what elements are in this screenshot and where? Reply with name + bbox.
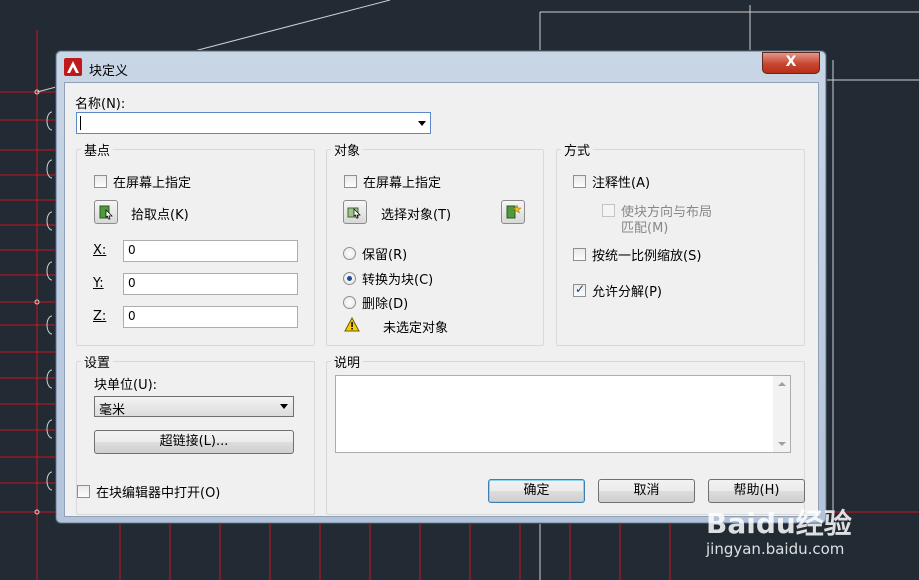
watermark-logo: Baidu经验	[706, 507, 852, 540]
z-label: Z:	[93, 309, 107, 324]
help-button[interactable]: 帮助(H)	[708, 479, 805, 503]
dialog-titlebar[interactable]: 块定义 X	[56, 51, 826, 83]
select-objects-button[interactable]	[343, 200, 367, 224]
open-in-block-editor-checkbox[interactable]	[77, 485, 90, 498]
base-specify-on-screen-checkbox[interactable]	[94, 175, 107, 188]
x-label: X:	[93, 243, 107, 258]
ok-button[interactable]: 确定	[488, 479, 585, 503]
settings-title: 设置	[81, 352, 114, 371]
text-caret	[80, 116, 81, 130]
x-coordinate-input[interactable]: 0	[123, 240, 298, 262]
convert-to-block-label: 转换为块(C)	[362, 273, 434, 288]
annotative-label: 注释性(A)	[592, 176, 651, 191]
hyperlink-button[interactable]: 超链接(L)...	[94, 430, 294, 454]
no-objects-selected-text: 未选定对象	[383, 321, 449, 336]
behavior-title: 方式	[561, 140, 594, 159]
watermark-url: jingyan.baidu.com	[706, 540, 845, 558]
warning-icon	[344, 316, 360, 336]
scale-uniformly-checkbox[interactable]	[573, 248, 586, 261]
pick-point-label: 拾取点(K)	[131, 208, 189, 223]
chevron-down-icon	[280, 404, 288, 409]
base-specify-on-screen-label: 在屏幕上指定	[113, 176, 192, 191]
block-unit-label: 块单位(U):	[94, 378, 158, 393]
name-combo-input[interactable]	[76, 112, 431, 134]
y-coordinate-input[interactable]: 0	[123, 273, 298, 295]
delete-label: 删除(D)	[362, 297, 409, 312]
select-objects-icon	[347, 207, 361, 219]
baidu-jingyan-watermark: Baidu经验 jingyan.baidu.com	[706, 502, 906, 572]
select-objects-label: 选择对象(T)	[381, 208, 452, 223]
objects-specify-on-screen-checkbox[interactable]	[344, 175, 357, 188]
name-label: 名称(N):	[75, 97, 126, 112]
base-point-title: 基点	[81, 140, 114, 159]
autocad-logo-icon	[64, 58, 82, 76]
pick-point-icon	[99, 205, 113, 220]
pick-point-button[interactable]	[94, 200, 118, 224]
description-textarea[interactable]	[335, 375, 791, 453]
objects-specify-on-screen-label: 在屏幕上指定	[363, 176, 442, 191]
open-in-block-editor-label: 在块编辑器中打开(O)	[96, 486, 221, 501]
quick-select-icon	[506, 204, 521, 219]
close-button[interactable]: X	[762, 52, 820, 74]
allow-exploding-checkbox[interactable]	[573, 282, 586, 297]
dialog-title: 块定义	[89, 64, 129, 79]
retain-label: 保留(R)	[362, 248, 408, 263]
delete-radio[interactable]	[343, 296, 356, 309]
objects-title: 对象	[331, 140, 364, 159]
scroll-down-icon[interactable]	[778, 442, 786, 446]
block-unit-value: 毫米	[99, 403, 126, 418]
retain-radio[interactable]	[343, 247, 356, 260]
match-orientation-checkbox[interactable]	[602, 204, 615, 217]
annotative-checkbox[interactable]	[573, 175, 586, 188]
y-label: Y:	[93, 276, 104, 291]
convert-to-block-radio[interactable]	[343, 272, 356, 285]
allow-exploding-label: 允许分解(P)	[592, 285, 662, 300]
match-orientation-label-line2: 匹配(M)	[621, 221, 669, 236]
quick-select-button[interactable]	[501, 200, 525, 224]
z-coordinate-input[interactable]: 0	[123, 306, 298, 328]
block-definition-dialog: 块定义 X 名称(N): 基点 在屏幕上指定 拾取点(K) X: 0 Y: 0 …	[55, 50, 827, 524]
scale-uniformly-label: 按统一比例缩放(S)	[592, 249, 702, 264]
dialog-client-area: 名称(N): 基点 在屏幕上指定 拾取点(K) X: 0 Y: 0 Z: 0 对…	[64, 82, 819, 517]
scroll-up-icon[interactable]	[778, 382, 786, 386]
description-title: 说明	[331, 352, 364, 371]
block-unit-select[interactable]: 毫米	[94, 396, 294, 418]
chevron-down-icon[interactable]	[418, 121, 426, 126]
cancel-button[interactable]: 取消	[598, 479, 695, 503]
description-scrollbar[interactable]	[773, 376, 790, 452]
